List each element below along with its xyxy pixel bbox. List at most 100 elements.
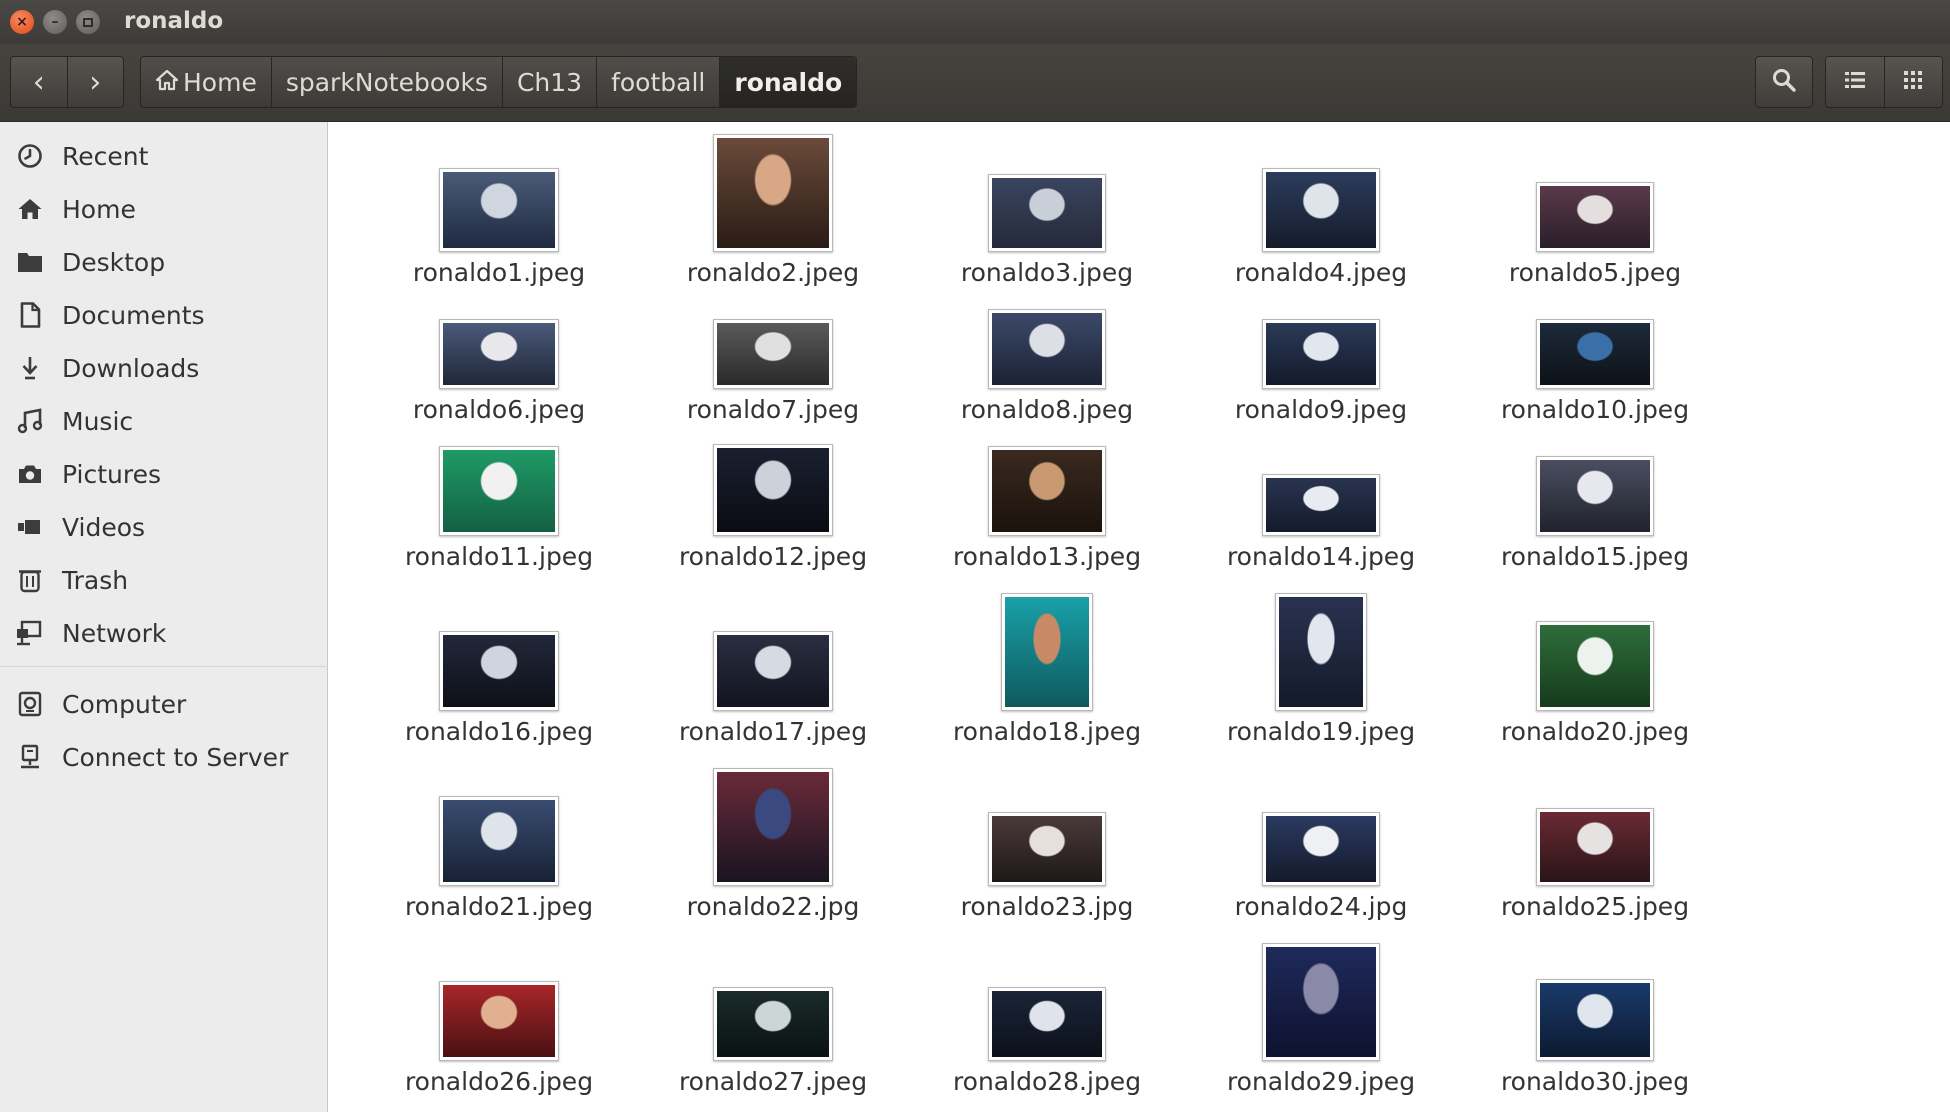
image-preview	[992, 450, 1102, 532]
grid-view-button[interactable]	[1883, 57, 1943, 107]
sidebar-item-network[interactable]: Network	[0, 609, 328, 657]
image-thumbnail	[1262, 812, 1380, 886]
home-icon	[16, 195, 44, 223]
network-icon	[16, 619, 44, 647]
file-name: ronaldo21.jpeg	[404, 892, 594, 921]
file-name: ronaldo17.jpeg	[678, 717, 868, 746]
image-preview	[1279, 597, 1363, 707]
image-thumbnail	[713, 768, 833, 886]
image-thumbnail	[439, 981, 559, 1061]
sidebar-separator	[0, 666, 328, 667]
computer-icon	[16, 690, 44, 718]
forward-button[interactable]: ›	[66, 57, 124, 107]
music-icon	[16, 407, 44, 435]
chevron-right-icon: ›	[89, 64, 102, 100]
breadcrumb-ch13[interactable]: Ch13	[501, 57, 596, 107]
image-preview	[1266, 478, 1376, 532]
image-thumbnail	[439, 446, 559, 536]
file-name: ronaldo14.jpeg	[1226, 542, 1416, 571]
folder-icon	[16, 248, 44, 276]
image-preview	[443, 450, 555, 532]
minimize-window-button[interactable]: –	[43, 10, 67, 34]
title-bar: × – ronaldo	[0, 0, 1950, 44]
file-name: ronaldo10.jpeg	[1500, 395, 1690, 424]
sidebar-item-downloads[interactable]: Downloads	[0, 344, 328, 392]
image-thumbnail	[988, 812, 1106, 886]
close-window-button[interactable]: ×	[10, 10, 34, 34]
image-thumbnail	[1275, 593, 1367, 711]
image-preview	[992, 178, 1102, 248]
grid-view-icon	[1903, 70, 1923, 94]
image-thumbnail	[1536, 319, 1654, 389]
search-button[interactable]	[1755, 56, 1813, 108]
breadcrumb-home[interactable]: Home	[141, 57, 271, 107]
sidebar-item-label: Desktop	[62, 247, 166, 277]
image-preview	[443, 800, 555, 882]
maximize-window-button[interactable]	[76, 10, 100, 34]
sidebar-item-connect-to-server[interactable]: Connect to Server	[0, 733, 328, 781]
breadcrumb-sparknotebooks[interactable]: sparkNotebooks	[270, 57, 502, 107]
image-preview	[992, 991, 1102, 1057]
sidebar-item-music[interactable]: Music	[0, 397, 328, 445]
image-preview	[443, 985, 555, 1057]
file-name: ronaldo4.jpeg	[1234, 258, 1408, 287]
image-thumbnail	[1536, 621, 1654, 711]
image-preview	[1540, 625, 1650, 707]
image-thumbnail	[1536, 808, 1654, 886]
file-name: ronaldo7.jpeg	[686, 395, 860, 424]
sidebar-item-label: Music	[62, 406, 134, 436]
sidebar-item-label: Connect to Server	[62, 742, 289, 772]
image-preview	[1266, 816, 1376, 882]
image-preview	[1540, 323, 1650, 385]
file-name: ronaldo16.jpeg	[404, 717, 594, 746]
trash-icon	[16, 566, 44, 594]
image-preview	[1540, 812, 1650, 882]
image-preview	[443, 323, 555, 385]
image-thumbnail	[439, 168, 559, 252]
sidebar-item-recent[interactable]: Recent	[0, 132, 328, 180]
file-name: ronaldo29.jpeg	[1226, 1067, 1416, 1096]
file-name: ronaldo1.jpeg	[412, 258, 586, 287]
sidebar-item-label: Network	[62, 618, 167, 648]
file-name: ronaldo24.jpg	[1234, 892, 1408, 921]
image-thumbnail	[439, 319, 559, 389]
sidebar-item-documents[interactable]: Documents	[0, 291, 328, 339]
sidebar-item-videos[interactable]: Videos	[0, 503, 328, 551]
file-name: ronaldo11.jpeg	[404, 542, 594, 571]
sidebar-item-trash[interactable]: Trash	[0, 556, 328, 604]
breadcrumb-football[interactable]: football	[596, 57, 719, 107]
image-thumbnail	[1262, 943, 1380, 1061]
file-name: ronaldo20.jpeg	[1500, 717, 1690, 746]
sidebar-item-home[interactable]: Home	[0, 185, 328, 233]
image-thumbnail	[988, 174, 1106, 252]
server-icon	[16, 743, 44, 771]
image-preview	[717, 323, 829, 385]
file-name: ronaldo30.jpeg	[1500, 1067, 1690, 1096]
image-preview	[992, 816, 1102, 882]
file-name: ronaldo26.jpeg	[404, 1067, 594, 1096]
file-grid: ronaldo1.jpeg ronaldo2.jpeg ronaldo3.jpeg r…	[329, 122, 1950, 1112]
image-preview	[992, 313, 1102, 385]
image-preview	[717, 448, 829, 532]
back-button[interactable]: ‹	[11, 57, 67, 107]
file-name: ronaldo25.jpeg	[1500, 892, 1690, 921]
sidebar-item-pictures[interactable]: Pictures	[0, 450, 328, 498]
file-name: ronaldo2.jpeg	[686, 258, 860, 287]
image-preview	[1266, 323, 1376, 385]
image-thumbnail	[1001, 593, 1093, 711]
sidebar: Recent Home Desktop Documents Downloads …	[0, 122, 328, 1112]
breadcrumb-label: football	[611, 67, 706, 97]
sidebar-item-desktop[interactable]: Desktop	[0, 238, 328, 286]
view-mode-group	[1825, 56, 1943, 108]
download-icon	[16, 354, 44, 382]
breadcrumb-ronaldo[interactable]: ronaldo	[719, 57, 857, 107]
image-thumbnail	[713, 987, 833, 1061]
sidebar-item-label: Recent	[62, 141, 149, 171]
image-preview	[1540, 983, 1650, 1057]
image-thumbnail	[1536, 456, 1654, 536]
file-name: ronaldo23.jpg	[960, 892, 1134, 921]
sidebar-item-label: Videos	[62, 512, 146, 542]
sidebar-item-computer[interactable]: Computer	[0, 680, 328, 728]
list-view-button[interactable]	[1826, 57, 1884, 107]
breadcrumb-label: sparkNotebooks	[285, 67, 488, 97]
